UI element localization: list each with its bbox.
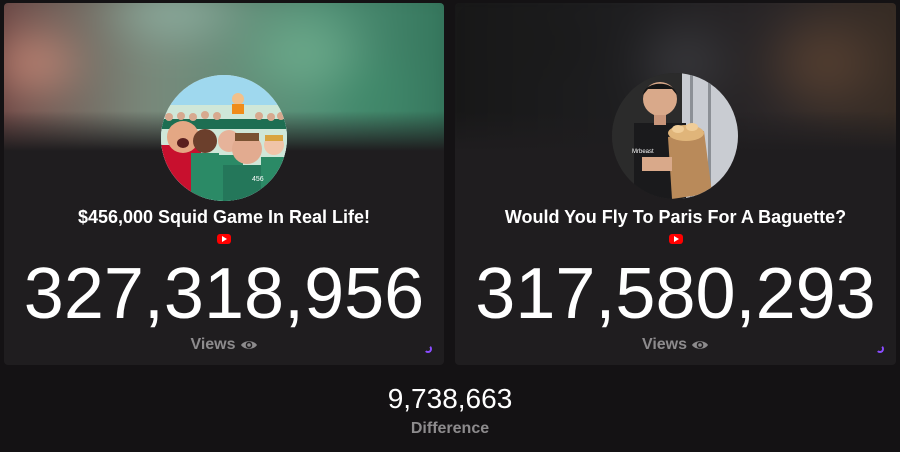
views-label-left: Views	[4, 336, 444, 357]
video-thumbnail-left[interactable]: 456	[161, 75, 287, 201]
eye-icon	[691, 338, 709, 357]
view-count-right: 317,580,293	[475, 254, 876, 334]
video-title-right[interactable]: Would You Fly To Paris For A Baguette?	[455, 207, 896, 228]
difference-panel: 9,738,663 Difference	[0, 372, 900, 452]
video-card-right: Mrbeast Would You Fly To Paris For A Bag…	[455, 3, 896, 365]
youtube-icon	[217, 234, 231, 244]
video-card-left: 456 $456,000 Squid Game In Real Life! 32…	[4, 3, 444, 365]
difference-label: Difference	[410, 420, 490, 437]
eye-icon	[240, 338, 258, 357]
youtube-icon	[669, 234, 683, 244]
video-title-left[interactable]: $456,000 Squid Game In Real Life!	[4, 207, 444, 228]
loading-spinner-icon	[876, 345, 884, 353]
svg-text:456: 456	[252, 176, 264, 183]
thumbnail-watermark: Mrbeast	[632, 149, 654, 155]
difference-value: 9,738,663	[387, 383, 513, 414]
views-text: Views	[641, 336, 688, 353]
loading-spinner-icon	[424, 345, 432, 353]
view-count-left: 327,318,956	[23, 254, 425, 334]
video-thumbnail-right[interactable]: Mrbeast	[612, 73, 738, 199]
views-label-right: Views	[455, 336, 896, 357]
views-text: Views	[190, 336, 236, 353]
